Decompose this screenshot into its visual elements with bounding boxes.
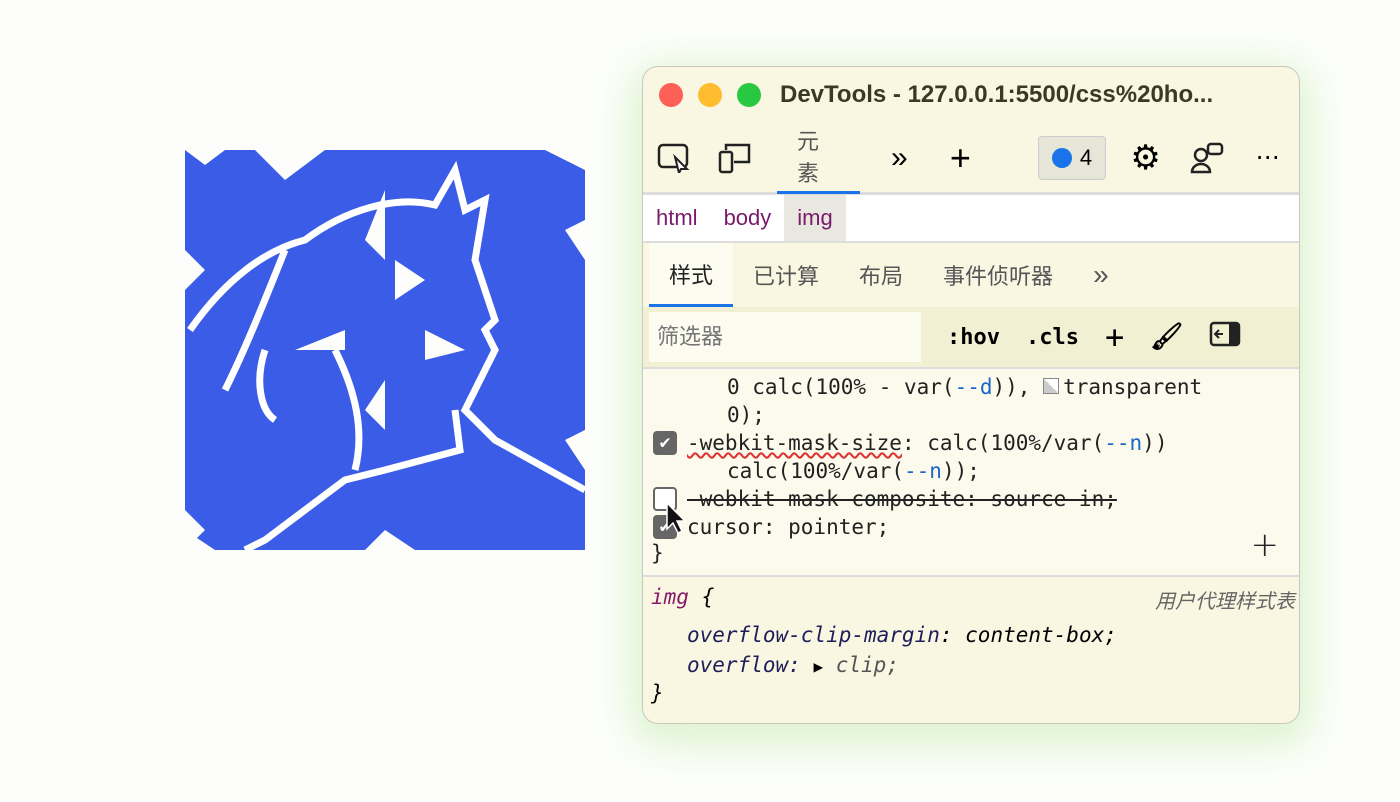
masked-image[interactable]	[185, 150, 585, 550]
close-button[interactable]	[659, 83, 683, 107]
filter-input[interactable]	[649, 312, 921, 362]
crumb-body[interactable]: body	[711, 195, 785, 241]
toggle-sidebar-icon[interactable]	[1209, 321, 1241, 353]
settings-gear-icon[interactable]: ⚙	[1126, 138, 1165, 178]
tab-event-listeners[interactable]: 事件侦听器	[923, 243, 1073, 307]
device-toggle-icon[interactable]	[716, 138, 755, 178]
more-options-icon[interactable]: ⋯	[1248, 138, 1287, 178]
new-tab-icon[interactable]: +	[941, 137, 980, 178]
style-rule: 0 calc(100% - var(--d)), transparent 0);…	[643, 369, 1299, 577]
user-agent-rule: img { 用户代理样式表 overflow-clip-margin: cont…	[651, 585, 1295, 705]
window-title: DevTools - 127.0.0.1:5500/css%20ho...	[780, 81, 1214, 108]
cls-button[interactable]: .cls	[1026, 325, 1079, 350]
tab-styles[interactable]: 样式	[649, 243, 734, 307]
more-subtabs-icon[interactable]: »	[1073, 243, 1129, 307]
new-rule-icon[interactable]: +	[1105, 318, 1124, 356]
tab-elements[interactable]: 元素	[776, 122, 860, 194]
paint-brush-icon[interactable]: 🖌	[1150, 322, 1183, 352]
zoom-button[interactable]	[737, 83, 761, 107]
devtools-window: DevTools - 127.0.0.1:5500/css%20ho... 元素…	[642, 66, 1300, 724]
property-checkbox[interactable]: ✔	[653, 431, 677, 455]
styles-subtabs: 样式 已计算 布局 事件侦听器 »	[643, 243, 1299, 307]
filter-bar: :hov .cls + 🖌	[643, 307, 1299, 369]
add-property-icon[interactable]: +	[1251, 525, 1280, 565]
hov-button[interactable]: :hov	[947, 325, 1000, 350]
crumb-html[interactable]: html	[643, 195, 711, 241]
inspect-icon[interactable]	[655, 138, 694, 178]
main-toolbar: 元素 » + 4 ⚙ ⋯	[643, 123, 1299, 195]
crumb-img[interactable]: img	[784, 195, 846, 241]
issues-badge[interactable]: 4	[1037, 135, 1107, 180]
color-swatch[interactable]	[1043, 378, 1060, 394]
message-icon	[1051, 147, 1072, 168]
feedback-icon[interactable]	[1187, 138, 1226, 178]
breadcrumb: html body img	[643, 195, 1299, 243]
title-bar: DevTools - 127.0.0.1:5500/css%20ho...	[643, 67, 1299, 123]
tab-computed[interactable]: 已计算	[733, 243, 839, 307]
more-tabs-icon[interactable]: »	[880, 138, 919, 178]
expand-triangle-icon[interactable]: ▶	[813, 657, 823, 676]
minimize-button[interactable]	[698, 83, 722, 107]
tab-layout[interactable]: 布局	[839, 243, 923, 307]
mouse-cursor-icon	[666, 501, 687, 535]
